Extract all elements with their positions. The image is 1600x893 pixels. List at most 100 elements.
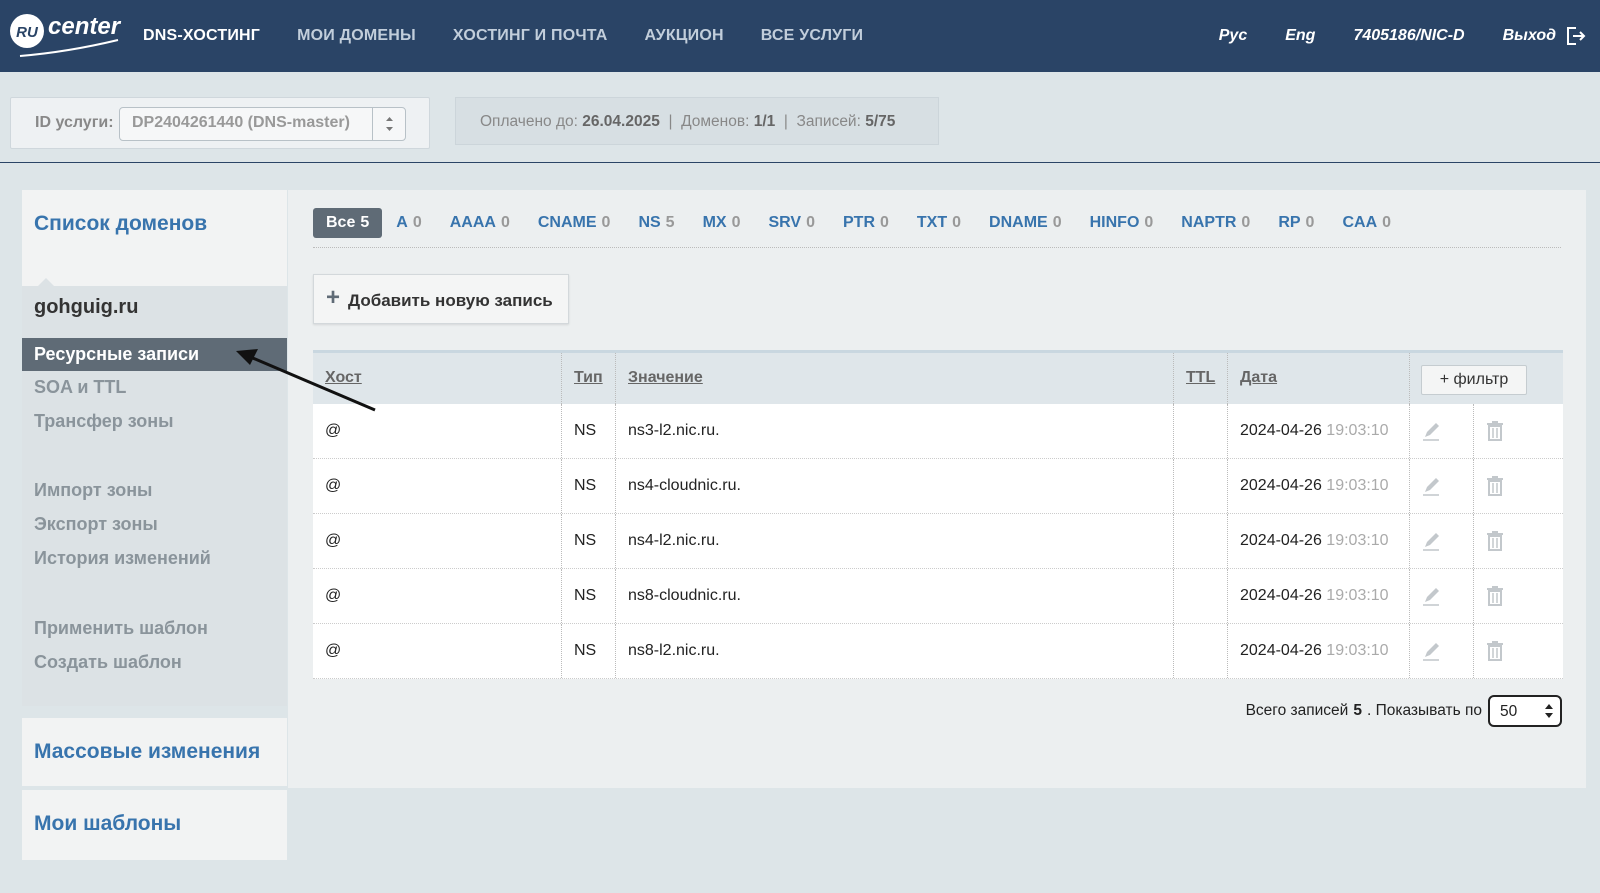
domain-list-block: Список доменов xyxy=(22,190,287,286)
add-record-button[interactable]: + Добавить новую запись xyxy=(313,274,569,324)
sidebar-item-zone-import[interactable]: Импорт зоны xyxy=(34,480,152,501)
total-count: 5 xyxy=(1353,702,1362,719)
cell-date: 2024-04-26 19:03:10 xyxy=(1240,422,1389,440)
filter-tab-caa[interactable]: CAA 0 xyxy=(1342,214,1391,232)
per-page-select[interactable]: 50 xyxy=(1488,695,1562,727)
filters-divider xyxy=(313,247,1561,248)
filter-tab-mx[interactable]: MX 0 xyxy=(703,214,741,232)
nav-all-services[interactable]: ВСЕ УСЛУГИ xyxy=(761,27,863,45)
select-arrows-icon xyxy=(1545,704,1553,718)
column-divider xyxy=(615,624,616,678)
cell-value: ns8-cloudnic.ru. xyxy=(628,587,741,604)
records-label: Записей: xyxy=(796,113,861,130)
column-divider xyxy=(1409,624,1410,678)
domain-list-link[interactable]: Список доменов xyxy=(34,212,207,236)
cell-date: 2024-04-26 19:03:10 xyxy=(1240,587,1389,605)
table-header: Хост Тип Значение TTL Дата + фильтр xyxy=(313,350,1563,404)
cell-value: ns4-l2.nic.ru. xyxy=(628,532,720,549)
cell-value: ns8-l2.nic.ru. xyxy=(628,642,720,659)
sidebar-item-change-history[interactable]: История изменений xyxy=(34,548,211,569)
column-divider xyxy=(1473,514,1474,568)
column-divider xyxy=(561,353,562,404)
edit-icon[interactable] xyxy=(1421,530,1441,552)
logout-link[interactable]: Выход xyxy=(1503,27,1556,45)
filter-tab-srv[interactable]: SRV 0 xyxy=(768,214,815,232)
filter-tab-aaaa[interactable]: AAAA 0 xyxy=(450,214,510,232)
lang-en-link[interactable]: Eng xyxy=(1285,27,1315,45)
table-row: @ NS ns4-cloudnic.ru. 2024-04-26 19:03:10 xyxy=(313,459,1563,514)
cell-type: NS xyxy=(574,642,597,659)
nav-my-domains[interactable]: МОИ ДОМЕНЫ xyxy=(297,27,416,45)
column-divider xyxy=(1473,569,1474,623)
filter-tab-a[interactable]: A0 xyxy=(396,214,421,232)
service-id-label: ID услуги: xyxy=(35,114,114,131)
logout-icon[interactable] xyxy=(1564,25,1586,47)
nav-dns-hosting[interactable]: DNS-ХОСТИНГ xyxy=(143,27,260,45)
column-divider xyxy=(1227,404,1228,458)
column-divider xyxy=(615,459,616,513)
cell-date: 2024-04-26 19:03:10 xyxy=(1240,477,1389,495)
date-value: 2024-04-26 xyxy=(1240,587,1322,604)
sidebar-item-zone-transfer[interactable]: Трансфер зоны xyxy=(34,411,173,432)
edit-icon[interactable] xyxy=(1421,585,1441,607)
column-divider xyxy=(561,514,562,568)
column-divider xyxy=(1409,459,1410,513)
filter-tab-txt[interactable]: TXT 0 xyxy=(917,214,961,232)
trash-icon[interactable] xyxy=(1485,530,1505,552)
cell-host: @ xyxy=(325,642,342,659)
cell-type: NS xyxy=(574,477,597,494)
column-divider xyxy=(1173,624,1174,678)
nav-auction[interactable]: АУКЦИОН xyxy=(645,27,724,45)
cell-value: ns4-cloudnic.ru. xyxy=(628,477,741,494)
nav-hosting-mail[interactable]: ХОСТИНГ И ПОЧТА xyxy=(453,27,608,45)
svg-text:center: center xyxy=(48,13,122,40)
filter-tab-ns[interactable]: NS 5 xyxy=(638,214,674,232)
trash-icon[interactable] xyxy=(1485,475,1505,497)
current-domain: gohguig.ru xyxy=(34,296,139,318)
main-nav: DNS-ХОСТИНГ МОИ ДОМЕНЫ ХОСТИНГ И ПОЧТА А… xyxy=(143,0,900,72)
sidebar-item-soa-ttl[interactable]: SOA и TTL xyxy=(34,377,126,398)
service-info-box: Оплачено до: 26.04.2025 | Доменов: 1/1 |… xyxy=(455,97,939,145)
edit-icon[interactable] xyxy=(1421,420,1441,442)
mass-changes-link[interactable]: Массовые изменения xyxy=(34,740,260,764)
plus-icon: + xyxy=(326,284,341,311)
filter-tab-ptr[interactable]: PTR 0 xyxy=(843,214,889,232)
time-value: 19:03:10 xyxy=(1326,642,1389,659)
column-ttl[interactable]: TTL xyxy=(1186,369,1215,387)
service-selector-box: ID услуги: DP2404261440 (DNS-master) xyxy=(10,97,430,149)
filter-tab-dname[interactable]: DNAME 0 xyxy=(989,214,1062,232)
service-info-text: Оплачено до: 26.04.2025 | Доменов: 1/1 |… xyxy=(480,113,896,130)
cell-type: NS xyxy=(574,422,597,439)
trash-icon[interactable] xyxy=(1485,585,1505,607)
filter-tab-hinfo[interactable]: HINFO 0 xyxy=(1090,214,1154,232)
trash-icon[interactable] xyxy=(1485,420,1505,442)
filter-tab-all[interactable]: Все 5 xyxy=(313,208,383,238)
sidebar-item-create-template[interactable]: Создать шаблон xyxy=(34,652,182,673)
column-divider xyxy=(1409,353,1410,404)
lang-ru-link[interactable]: Рус xyxy=(1219,27,1247,45)
edit-icon[interactable] xyxy=(1421,640,1441,662)
column-divider xyxy=(1227,624,1228,678)
trash-icon[interactable] xyxy=(1485,640,1505,662)
filter-tab-naptr[interactable]: NAPTR 0 xyxy=(1181,214,1250,232)
add-filter-button[interactable]: + фильтр xyxy=(1421,365,1527,395)
filter-tab-rp[interactable]: RP 0 xyxy=(1278,214,1314,232)
time-value: 19:03:10 xyxy=(1326,532,1389,549)
select-arrows-icon xyxy=(372,108,405,140)
sidebar-item-zone-export[interactable]: Экспорт зоны xyxy=(34,514,158,535)
pagination-summary: Всего записей 5 . Показывать по 50 xyxy=(1246,695,1562,727)
sidebar-item-apply-template[interactable]: Применить шаблон xyxy=(34,618,208,639)
column-value[interactable]: Значение xyxy=(628,369,703,387)
date-value: 2024-04-26 xyxy=(1240,532,1322,549)
service-id-select[interactable]: DP2404261440 (DNS-master) xyxy=(119,107,406,141)
edit-icon[interactable] xyxy=(1421,475,1441,497)
my-templates-link[interactable]: Мои шаблоны xyxy=(34,812,181,836)
ru-center-logo[interactable]: RU center xyxy=(8,8,128,60)
time-value: 19:03:10 xyxy=(1326,587,1389,604)
column-date[interactable]: Дата xyxy=(1240,369,1277,387)
column-divider xyxy=(1409,569,1410,623)
filter-tab-cname[interactable]: CNAME 0 xyxy=(538,214,611,232)
column-type[interactable]: Тип xyxy=(574,369,603,387)
domains-value: 1/1 xyxy=(753,113,776,130)
account-id[interactable]: 7405186/NIC-D xyxy=(1353,27,1464,45)
